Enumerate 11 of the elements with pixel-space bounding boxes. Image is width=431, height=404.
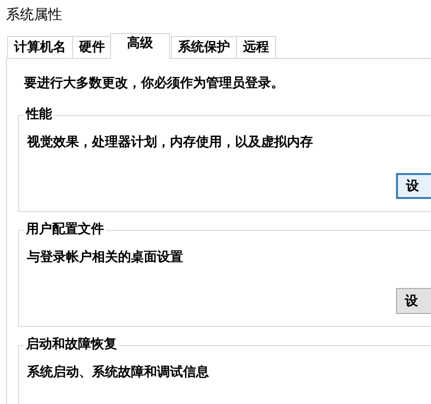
settings-button[interactable]: 设 bbox=[396, 173, 431, 199]
window-title: 系统属性 bbox=[5, 6, 63, 25]
group-description: 视觉效果，处理器计划，内存使用，以及虚拟内存 bbox=[27, 134, 314, 152]
group-description: 与登录帐户相关的桌面设置 bbox=[27, 249, 184, 267]
admin-notice: 要进行大多数更改，你必须作为管理员登录。 bbox=[24, 75, 285, 93]
tab[interactable]: 远程 bbox=[236, 36, 276, 58]
tab[interactable]: 高级 bbox=[110, 33, 170, 59]
group-description: 系统启动、系统故障和调试信息 bbox=[27, 364, 210, 382]
tab[interactable]: 计算机名 bbox=[7, 36, 73, 58]
settings-button[interactable]: 设 bbox=[396, 288, 431, 314]
tab[interactable]: 系统保护 bbox=[171, 36, 237, 58]
